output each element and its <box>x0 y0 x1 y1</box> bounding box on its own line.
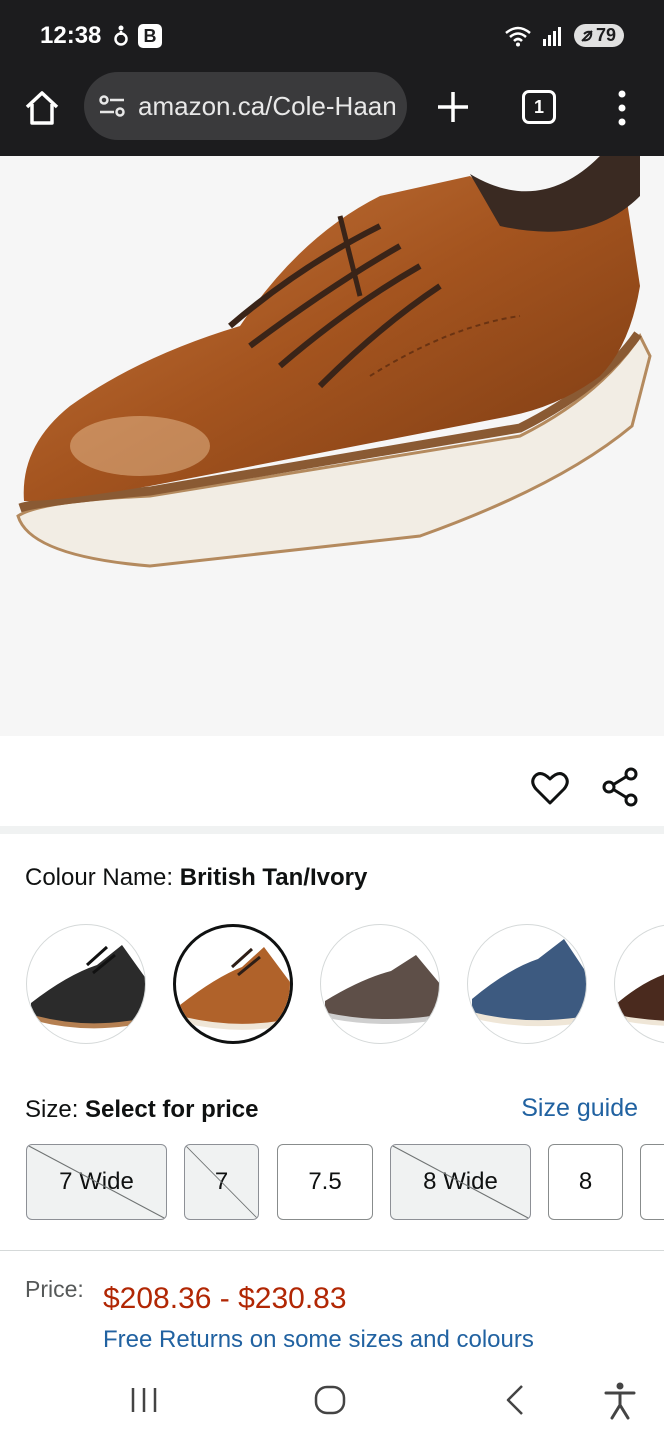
colour-label-text: Colour Name: <box>25 864 174 891</box>
size-label: Size: Select for price <box>25 1096 258 1124</box>
shoe-image <box>16 156 652 568</box>
size-value: Select for price <box>85 1096 259 1123</box>
battery-level: 79 <box>595 25 616 45</box>
accessibility-status-icon <box>114 25 128 46</box>
unavailable-strike <box>391 1145 530 1219</box>
price-divider <box>0 1250 664 1251</box>
wifi-icon <box>505 26 531 46</box>
swatch-black[interactable] <box>26 924 146 1044</box>
unavailable-strike <box>185 1145 258 1219</box>
size-option-8-wide[interactable]: 8 Wide <box>390 1144 531 1220</box>
size-guide-link[interactable]: Size guide <box>521 1094 638 1123</box>
new-tab-icon[interactable] <box>432 86 474 128</box>
accessibility-icon[interactable] <box>600 1380 640 1420</box>
shoe-thumb-tan <box>179 947 290 1030</box>
colour-value: British Tan/Ivory <box>179 864 368 891</box>
image-actions <box>0 736 664 826</box>
size-option-7-5[interactable]: 7.5 <box>277 1144 373 1220</box>
size-option-next[interactable] <box>640 1144 664 1220</box>
tab-count: 1 <box>533 96 544 117</box>
status-time: 12:38 <box>40 22 102 49</box>
size-options: 7 Wide 7 7.5 8 Wide 8 <box>26 1144 664 1224</box>
product-image[interactable] <box>0 156 664 736</box>
site-settings-icon[interactable] <box>98 92 126 120</box>
system-nav-bar <box>0 1360 664 1440</box>
shoe-thumb-navy <box>471 939 586 1027</box>
swatch-navy[interactable] <box>467 924 587 1044</box>
status-left-icons: B <box>112 24 162 48</box>
swatch-grey[interactable] <box>320 924 440 1044</box>
browser-toolbar: amazon.ca/Cole-Haan 1 <box>0 70 664 156</box>
status-bar: 12:38 B 79 <box>0 0 664 70</box>
free-returns-link[interactable]: Free Returns on some sizes and colours <box>103 1326 534 1354</box>
unavailable-strike <box>27 1145 166 1219</box>
size-label-text: Size: <box>25 1096 79 1123</box>
swatch-brown[interactable] <box>614 924 664 1044</box>
size-option-8[interactable]: 8 <box>548 1144 623 1220</box>
home-nav-icon[interactable] <box>310 1380 350 1420</box>
share-icon[interactable] <box>600 766 640 808</box>
battery-saver-icon <box>581 29 593 42</box>
home-icon[interactable] <box>22 88 62 128</box>
size-option-7-wide[interactable]: 7 Wide <box>26 1144 167 1220</box>
colour-name-label: Colour Name: British Tan/Ivory <box>25 864 367 892</box>
swatch-british-tan[interactable] <box>173 924 293 1044</box>
shoe-thumb-brown <box>615 974 664 1026</box>
size-option-label: 8 <box>578 1168 593 1195</box>
b-app-icon: B <box>138 24 162 48</box>
price-label: Price: <box>25 1276 84 1302</box>
price-range: $208.36 - $230.83 <box>103 1282 347 1315</box>
url-bar[interactable]: amazon.ca/Cole-Haan <box>84 72 407 140</box>
battery-indicator: 79 <box>573 24 624 47</box>
heart-icon[interactable] <box>530 768 570 808</box>
section-divider <box>0 826 664 834</box>
size-option-7[interactable]: 7 <box>184 1144 259 1220</box>
back-icon[interactable] <box>496 1380 536 1420</box>
tab-switcher-button[interactable]: 1 <box>522 90 556 124</box>
url-text[interactable]: amazon.ca/Cole-Haan <box>138 91 397 122</box>
recent-apps-icon[interactable] <box>124 1380 164 1420</box>
shoe-thumb-black <box>30 945 145 1029</box>
status-right-icons: 79 <box>504 24 624 47</box>
colour-swatches <box>26 924 664 1046</box>
signal-icon <box>542 26 561 46</box>
more-menu-icon[interactable] <box>612 86 632 130</box>
shoe-thumb-grey <box>324 955 439 1025</box>
size-option-label: 7.5 <box>308 1168 342 1195</box>
